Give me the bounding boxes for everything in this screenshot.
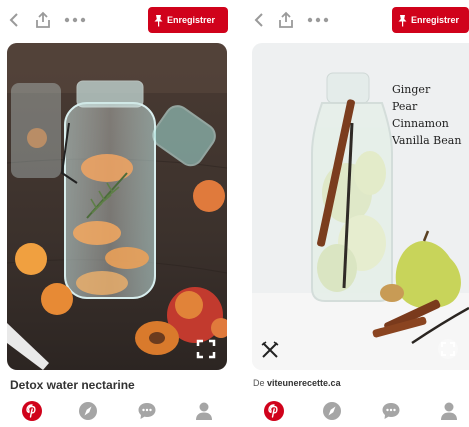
share-icon[interactable] [34,10,52,30]
save-button-label: Enregistrer [411,15,460,25]
source-domain[interactable]: viteunerecette.ca [267,378,341,388]
more-icon[interactable] [64,10,86,30]
bottom-nav [235,398,469,427]
expand-icon[interactable] [195,338,217,360]
top-bar: Enregistrer [235,0,469,40]
explore-icon[interactable] [77,400,99,422]
top-bar: Enregistrer [0,0,234,40]
pinterest-icon[interactable] [21,400,43,422]
ingredient-label: Cinnamon [392,117,449,130]
more-icon[interactable] [307,10,329,30]
ingredient-label: Ginger [392,83,431,96]
profile-icon[interactable] [438,400,460,422]
back-icon[interactable] [251,10,267,30]
share-icon[interactable] [277,10,295,30]
profile-icon[interactable] [193,400,215,422]
pinterest-icon[interactable] [263,400,285,422]
cutlery-icon [260,340,280,360]
messages-icon[interactable] [136,400,158,422]
save-button[interactable]: Enregistrer [392,7,469,33]
expand-icon[interactable] [437,338,459,360]
messages-icon[interactable] [380,400,402,422]
pushpin-icon [154,14,163,26]
ingredient-label: Vanilla Bean [392,134,462,147]
save-button-label: Enregistrer [167,15,216,25]
pin-source[interactable]: De viteunerecette.ca [253,378,341,388]
pin-title: Detox water nectarine [10,378,135,392]
explore-icon[interactable] [321,400,343,422]
pin-closeup-right: Enregistrer Ginger Pear Cinnamon Vanilla… [235,0,469,427]
pin-image[interactable] [7,43,227,370]
ingredient-label: Pear [392,100,418,113]
bottom-nav [0,398,234,427]
back-icon[interactable] [6,10,22,30]
source-prefix: De [253,378,265,388]
pushpin-icon [398,14,407,26]
save-button[interactable]: Enregistrer [148,7,228,33]
pin-image[interactable]: Ginger Pear Cinnamon Vanilla Bean [252,43,469,370]
pin-closeup-left: Enregistrer Detox water nectarine [0,0,234,427]
